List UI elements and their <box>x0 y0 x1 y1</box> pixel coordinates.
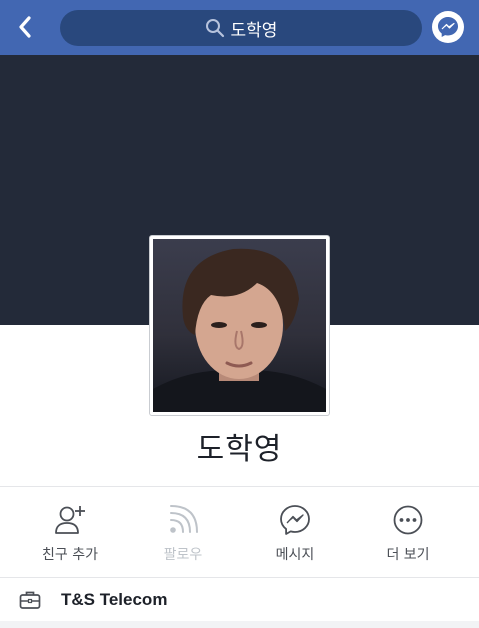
back-button[interactable] <box>10 12 40 42</box>
follow-button[interactable]: 팔로우 <box>128 487 238 577</box>
follow-icon <box>166 503 200 537</box>
work-info-row[interactable]: T&S Telecom <box>0 579 479 621</box>
chevron-left-icon <box>19 16 31 38</box>
add-friend-button[interactable]: 친구 추가 <box>15 487 125 577</box>
more-button[interactable]: 더 보기 <box>353 487 463 577</box>
profile-photo <box>153 239 326 412</box>
messenger-icon <box>438 17 458 37</box>
search-icon <box>205 18 225 38</box>
add-friend-label: 친구 추가 <box>42 547 98 563</box>
search-bar[interactable]: 도학영 <box>60 10 422 46</box>
top-navbar: 도학영 <box>0 0 479 55</box>
messenger-button[interactable] <box>432 11 464 43</box>
messenger-icon <box>278 503 312 537</box>
profile-picture[interactable] <box>149 235 330 416</box>
search-query: 도학영 <box>230 20 278 41</box>
message-button[interactable]: 메시지 <box>240 487 350 577</box>
section-divider <box>0 621 479 628</box>
message-label: 메시지 <box>275 547 315 563</box>
profile-actions: 친구 추가 팔로우 메시지 더 보기 <box>0 486 479 578</box>
work-text: T&S Telecom <box>61 590 168 609</box>
profile-page: 도학영 도학영 친구 추가 팔로우 메시지 더 보기 T&S Telecom <box>0 0 479 628</box>
briefcase-icon <box>19 589 41 611</box>
profile-name: 도학영 <box>196 432 283 467</box>
follow-label: 팔로우 <box>163 547 203 563</box>
more-label: 더 보기 <box>386 547 430 563</box>
more-icon <box>391 503 425 537</box>
add-friend-icon <box>53 503 87 537</box>
